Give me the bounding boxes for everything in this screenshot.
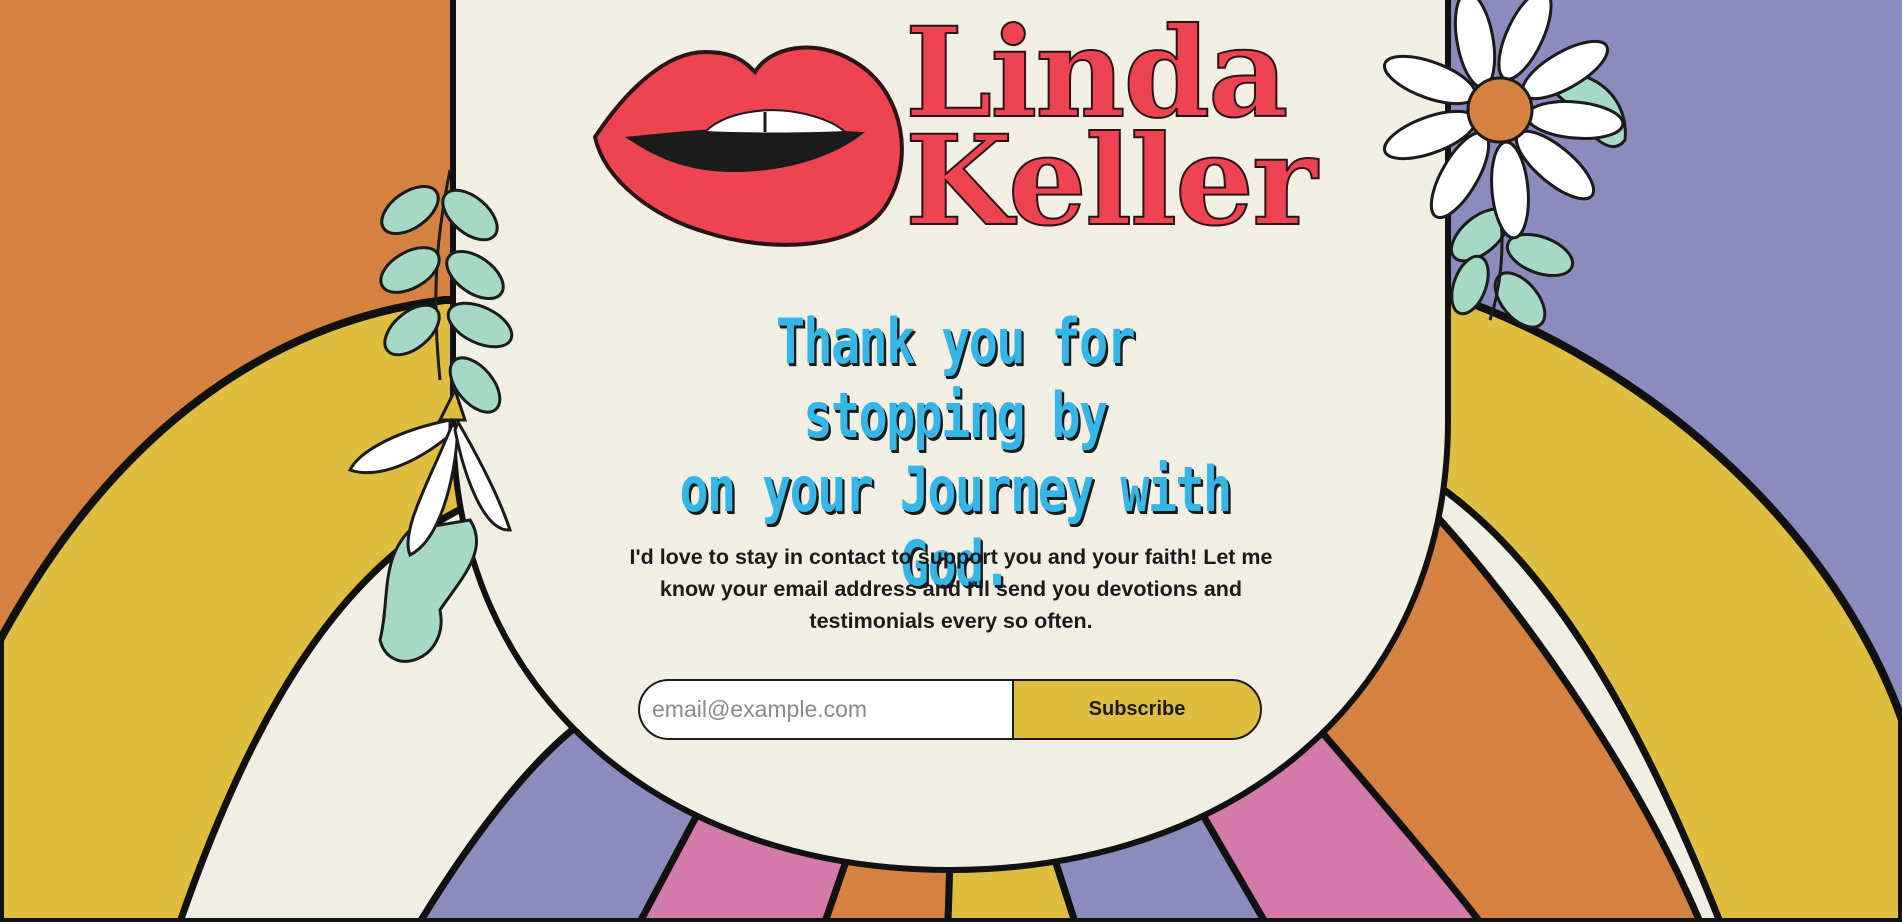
- brand-name-line2: Keller: [904, 109, 1318, 254]
- lips-icon: [592, 45, 904, 247]
- email-input[interactable]: [638, 679, 1012, 740]
- daisy-sprig-icon: [347, 169, 514, 663]
- daisy-flower-icon: [1382, 0, 1627, 329]
- brand-name: Linda Keller: [904, 11, 1318, 254]
- signup-form: Subscribe: [638, 679, 1262, 740]
- headline-line1: Thank you for stopping by: [775, 305, 1136, 452]
- subscribe-button[interactable]: Subscribe: [1012, 679, 1262, 740]
- intro-text: I'd love to stay in contact to support y…: [629, 545, 1273, 633]
